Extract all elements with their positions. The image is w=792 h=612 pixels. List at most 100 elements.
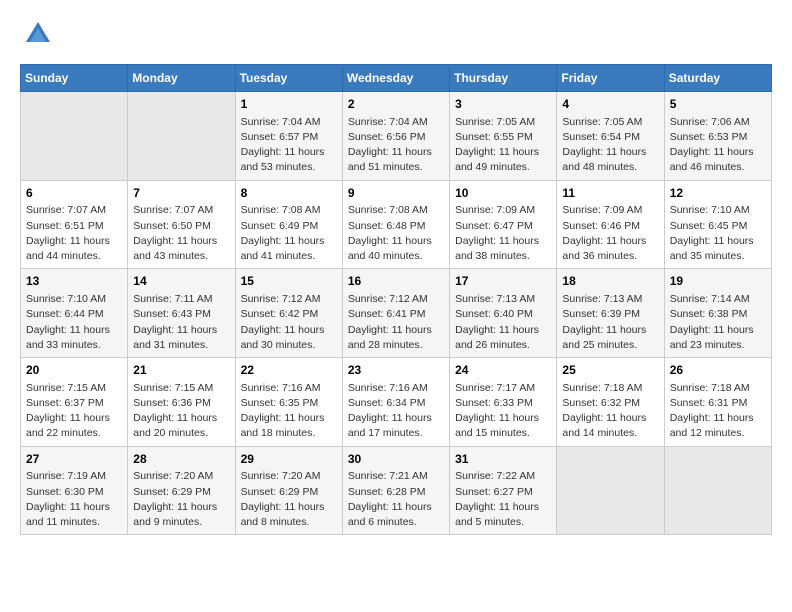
day-info: Sunrise: 7:04 AMSunset: 6:56 PMDaylight:… bbox=[348, 115, 444, 176]
calendar-cell: 7Sunrise: 7:07 AMSunset: 6:50 PMDaylight… bbox=[128, 180, 235, 269]
calendar-cell bbox=[128, 92, 235, 181]
day-header-wednesday: Wednesday bbox=[342, 65, 449, 92]
calendar-cell bbox=[557, 446, 664, 535]
calendar-cell: 22 Sunrise: 7:16 AMSunset: 6:35 PMDayligh… bbox=[235, 358, 342, 447]
day-number: 6 bbox=[26, 185, 122, 202]
day-number: 3 bbox=[455, 96, 551, 113]
day-number: 15 bbox=[241, 273, 337, 290]
calendar-cell: 15 Sunrise: 7:12 AMSunset: 6:42 PMDayligh… bbox=[235, 269, 342, 358]
calendar-week-3: 13Sunrise: 7:10 AMSunset: 6:44 PMDayligh… bbox=[21, 269, 772, 358]
day-number: 30 bbox=[348, 451, 444, 468]
calendar-cell: 30Sunrise: 7:21 AMSunset: 6:28 PMDayligh… bbox=[342, 446, 449, 535]
calendar-cell bbox=[664, 446, 771, 535]
day-number: 1 bbox=[241, 96, 337, 113]
calendar-cell: 10Sunrise: 7:09 AMSunset: 6:47 PMDayligh… bbox=[450, 180, 557, 269]
day-number: 9 bbox=[348, 185, 444, 202]
calendar-cell: 4 Sunrise: 7:05 AMSunset: 6:54 PMDaylight… bbox=[557, 92, 664, 181]
calendar-table: SundayMondayTuesdayWednesdayThursdayFrid… bbox=[20, 64, 772, 535]
logo bbox=[20, 20, 52, 48]
calendar-cell: 14 Sunrise: 7:11 AMSunset: 6:43 PMDayligh… bbox=[128, 269, 235, 358]
calendar-cell: 28Sunrise: 7:20 AMSunset: 6:29 PMDayligh… bbox=[128, 446, 235, 535]
day-header-saturday: Saturday bbox=[664, 65, 771, 92]
day-info: Sunrise: 7:06 AMSunset: 6:53 PMDaylight:… bbox=[670, 115, 766, 176]
calendar-cell: 8Sunrise: 7:08 AMSunset: 6:49 PMDaylight… bbox=[235, 180, 342, 269]
calendar-week-2: 6Sunrise: 7:07 AMSunset: 6:51 PMDaylight… bbox=[21, 180, 772, 269]
day-header-monday: Monday bbox=[128, 65, 235, 92]
day-number: 4 bbox=[562, 96, 658, 113]
day-info: Sunrise: 7:12 AMSunset: 6:41 PMDaylight:… bbox=[348, 292, 444, 353]
day-info: Sunrise: 7:20 AMSunset: 6:29 PMDaylight:… bbox=[133, 469, 229, 530]
calendar-week-4: 20 Sunrise: 7:15 AMSunset: 6:37 PMDayligh… bbox=[21, 358, 772, 447]
day-info: Sunrise: 7:08 AMSunset: 6:48 PMDaylight:… bbox=[348, 203, 444, 264]
day-number: 25 bbox=[562, 362, 658, 379]
day-number: 11 bbox=[562, 185, 658, 202]
day-info: Sunrise: 7:14 AMSunset: 6:38 PMDaylight:… bbox=[670, 292, 766, 353]
day-info: Sunrise: 7:13 AMSunset: 6:39 PMDaylight:… bbox=[562, 292, 658, 353]
calendar-week-5: 27Sunrise: 7:19 AMSunset: 6:30 PMDayligh… bbox=[21, 446, 772, 535]
day-info: Sunrise: 7:16 AMSunset: 6:35 PMDaylight:… bbox=[241, 381, 337, 442]
day-number: 13 bbox=[26, 273, 122, 290]
day-info: Sunrise: 7:13 AMSunset: 6:40 PMDaylight:… bbox=[455, 292, 551, 353]
calendar-cell: 26Sunrise: 7:18 AMSunset: 6:31 PMDayligh… bbox=[664, 358, 771, 447]
day-info: Sunrise: 7:11 AMSunset: 6:43 PMDaylight:… bbox=[133, 292, 229, 353]
day-number: 2 bbox=[348, 96, 444, 113]
calendar-cell: 12Sunrise: 7:10 AMSunset: 6:45 PMDayligh… bbox=[664, 180, 771, 269]
calendar-cell: 21Sunrise: 7:15 AMSunset: 6:36 PMDayligh… bbox=[128, 358, 235, 447]
day-info: Sunrise: 7:12 AMSunset: 6:42 PMDaylight:… bbox=[241, 292, 337, 353]
day-number: 19 bbox=[670, 273, 766, 290]
calendar-cell: 23Sunrise: 7:16 AMSunset: 6:34 PMDayligh… bbox=[342, 358, 449, 447]
day-info: Sunrise: 7:17 AMSunset: 6:33 PMDaylight:… bbox=[455, 381, 551, 442]
calendar-cell: 16 Sunrise: 7:12 AMSunset: 6:41 PMDayligh… bbox=[342, 269, 449, 358]
day-info: Sunrise: 7:22 AMSunset: 6:27 PMDaylight:… bbox=[455, 469, 551, 530]
page-header bbox=[20, 20, 772, 48]
day-info: Sunrise: 7:08 AMSunset: 6:49 PMDaylight:… bbox=[241, 203, 337, 264]
calendar-cell: 29Sunrise: 7:20 AMSunset: 6:29 PMDayligh… bbox=[235, 446, 342, 535]
day-number: 22 bbox=[241, 362, 337, 379]
day-number: 17 bbox=[455, 273, 551, 290]
calendar-cell bbox=[21, 92, 128, 181]
calendar-cell: 17 Sunrise: 7:13 AMSunset: 6:40 PMDayligh… bbox=[450, 269, 557, 358]
day-number: 31 bbox=[455, 451, 551, 468]
calendar-cell: 24 Sunrise: 7:17 AMSunset: 6:33 PMDayligh… bbox=[450, 358, 557, 447]
day-header-friday: Friday bbox=[557, 65, 664, 92]
calendar-cell: 3Sunrise: 7:05 AMSunset: 6:55 PMDaylight… bbox=[450, 92, 557, 181]
day-number: 5 bbox=[670, 96, 766, 113]
calendar-cell: 11Sunrise: 7:09 AMSunset: 6:46 PMDayligh… bbox=[557, 180, 664, 269]
day-info: Sunrise: 7:15 AMSunset: 6:36 PMDaylight:… bbox=[133, 381, 229, 442]
calendar-cell: 13Sunrise: 7:10 AMSunset: 6:44 PMDayligh… bbox=[21, 269, 128, 358]
day-number: 27 bbox=[26, 451, 122, 468]
day-info: Sunrise: 7:21 AMSunset: 6:28 PMDaylight:… bbox=[348, 469, 444, 530]
calendar-cell: 25 Sunrise: 7:18 AMSunset: 6:32 PMDayligh… bbox=[557, 358, 664, 447]
day-info: Sunrise: 7:18 AMSunset: 6:32 PMDaylight:… bbox=[562, 381, 658, 442]
day-info: Sunrise: 7:07 AMSunset: 6:50 PMDaylight:… bbox=[133, 203, 229, 264]
day-info: Sunrise: 7:19 AMSunset: 6:30 PMDaylight:… bbox=[26, 469, 122, 530]
day-number: 7 bbox=[133, 185, 229, 202]
calendar-cell: 19 Sunrise: 7:14 AMSunset: 6:38 PMDayligh… bbox=[664, 269, 771, 358]
day-number: 16 bbox=[348, 273, 444, 290]
calendar-cell: 1Sunrise: 7:04 AMSunset: 6:57 PMDaylight… bbox=[235, 92, 342, 181]
calendar-cell: 6Sunrise: 7:07 AMSunset: 6:51 PMDaylight… bbox=[21, 180, 128, 269]
day-number: 8 bbox=[241, 185, 337, 202]
day-number: 28 bbox=[133, 451, 229, 468]
calendar-cell: 5 Sunrise: 7:06 AMSunset: 6:53 PMDaylight… bbox=[664, 92, 771, 181]
day-header-sunday: Sunday bbox=[21, 65, 128, 92]
day-info: Sunrise: 7:09 AMSunset: 6:46 PMDaylight:… bbox=[562, 203, 658, 264]
day-info: Sunrise: 7:15 AMSunset: 6:37 PMDaylight:… bbox=[26, 381, 122, 442]
day-info: Sunrise: 7:10 AMSunset: 6:45 PMDaylight:… bbox=[670, 203, 766, 264]
day-info: Sunrise: 7:09 AMSunset: 6:47 PMDaylight:… bbox=[455, 203, 551, 264]
day-number: 23 bbox=[348, 362, 444, 379]
day-info: Sunrise: 7:05 AMSunset: 6:54 PMDaylight:… bbox=[562, 115, 658, 176]
day-header-thursday: Thursday bbox=[450, 65, 557, 92]
calendar-cell: 31Sunrise: 7:22 AMSunset: 6:27 PMDayligh… bbox=[450, 446, 557, 535]
calendar-cell: 2 Sunrise: 7:04 AMSunset: 6:56 PMDaylight… bbox=[342, 92, 449, 181]
calendar-cell: 9Sunrise: 7:08 AMSunset: 6:48 PMDaylight… bbox=[342, 180, 449, 269]
calendar-cell: 18Sunrise: 7:13 AMSunset: 6:39 PMDayligh… bbox=[557, 269, 664, 358]
day-info: Sunrise: 7:07 AMSunset: 6:51 PMDaylight:… bbox=[26, 203, 122, 264]
day-number: 10 bbox=[455, 185, 551, 202]
day-number: 24 bbox=[455, 362, 551, 379]
day-info: Sunrise: 7:20 AMSunset: 6:29 PMDaylight:… bbox=[241, 469, 337, 530]
day-number: 14 bbox=[133, 273, 229, 290]
day-number: 20 bbox=[26, 362, 122, 379]
day-header-tuesday: Tuesday bbox=[235, 65, 342, 92]
calendar-cell: 20 Sunrise: 7:15 AMSunset: 6:37 PMDayligh… bbox=[21, 358, 128, 447]
